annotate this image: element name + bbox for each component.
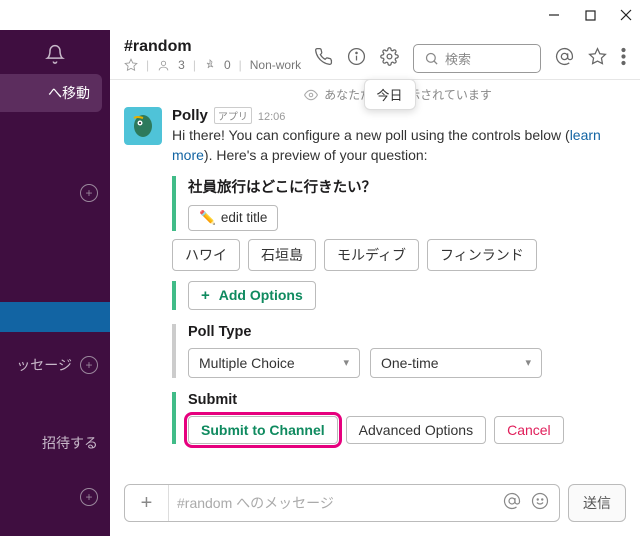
eye-icon xyxy=(304,88,318,102)
message-time: 12:06 xyxy=(258,111,286,123)
window-minimize-icon[interactable] xyxy=(548,9,560,21)
window-close-icon[interactable] xyxy=(620,9,632,21)
window-maximize-icon[interactable] xyxy=(584,9,596,21)
poll-type-block: Poll Type Multiple Choice ▾ One-time ▾ xyxy=(172,324,622,378)
poll-type-select[interactable]: Multiple Choice ▾ xyxy=(188,348,360,378)
sidebar-label: 招待する xyxy=(42,433,98,453)
send-button[interactable]: 送信 xyxy=(568,484,626,522)
pin-icon xyxy=(204,59,216,71)
poll-question: 社員旅行はどこに行きたい？ xyxy=(188,176,622,197)
advanced-options-button[interactable]: Advanced Options xyxy=(346,416,486,444)
sidebar-active-channel[interactable] xyxy=(0,302,110,332)
poll-preview-block: 社員旅行はどこに行きたい？ ✏️ edit title xyxy=(172,176,622,231)
message-author[interactable]: Polly xyxy=(172,107,208,124)
sidebar-item-add-2[interactable]: + xyxy=(0,478,110,516)
poll-option[interactable]: ハワイ xyxy=(172,239,240,271)
message-text: Hi there! You can configure a new poll u… xyxy=(172,125,622,166)
channel-topic[interactable]: Non-work xyxy=(250,58,301,72)
app-badge: アプリ xyxy=(214,107,252,124)
call-icon[interactable] xyxy=(314,47,333,71)
star-header-icon[interactable] xyxy=(588,47,607,71)
member-icon xyxy=(157,59,170,72)
submit-to-channel-button[interactable]: Submit to Channel xyxy=(188,416,338,444)
poll-option[interactable]: フィンランド xyxy=(427,239,537,271)
poll-type-title: Poll Type xyxy=(188,324,622,340)
chevron-down-icon: ▾ xyxy=(343,356,349,369)
member-count: 3 xyxy=(178,58,185,72)
search-placeholder: 検索 xyxy=(445,49,471,68)
plus-icon: + xyxy=(80,356,98,374)
poll-frequency-select[interactable]: One-time ▾ xyxy=(370,348,542,378)
info-icon[interactable] xyxy=(347,47,366,71)
poll-options-row: ハワイ 石垣島 モルディブ フィンランド xyxy=(172,239,622,271)
settings-gear-icon[interactable]: 今日 xyxy=(380,47,399,71)
search-icon xyxy=(424,51,439,66)
cancel-button[interactable]: Cancel xyxy=(494,416,564,444)
window-titlebar xyxy=(0,0,640,30)
submit-block: Submit Submit to Channel Advanced Option… xyxy=(172,392,622,444)
message-composer: + xyxy=(124,484,560,522)
sidebar-item-add-1[interactable]: + xyxy=(0,174,110,212)
sidebar-item-invite[interactable]: 招待する xyxy=(0,424,110,462)
plus-icon: + xyxy=(80,184,98,202)
emoji-icon[interactable] xyxy=(531,492,549,515)
bot-avatar[interactable] xyxy=(124,107,162,145)
message-input[interactable] xyxy=(169,485,493,521)
channel-meta: | 3 | 0 | Non-work xyxy=(124,58,314,72)
add-options-button[interactable]: Add Options xyxy=(188,281,316,310)
attach-button[interactable]: + xyxy=(125,485,169,521)
plus-icon: + xyxy=(80,488,98,506)
sidebar-label: ッセージ xyxy=(16,355,72,375)
mention-icon[interactable] xyxy=(555,47,574,71)
submit-title: Submit xyxy=(188,392,622,408)
poll-option[interactable]: 石垣島 xyxy=(248,239,316,271)
channel-header: #random | 3 | 0 | Non-work xyxy=(110,30,640,79)
pencil-icon: ✏️ xyxy=(199,210,216,226)
chevron-down-icon: ▾ xyxy=(525,356,531,369)
poll-option[interactable]: モルディブ xyxy=(324,239,419,271)
sidebar-item-messages[interactable]: ッセージ + xyxy=(0,346,110,384)
star-icon[interactable] xyxy=(124,58,138,72)
search-input[interactable]: 検索 xyxy=(413,44,541,73)
more-icon[interactable] xyxy=(621,47,626,71)
date-tooltip: 今日 xyxy=(363,79,415,110)
edit-title-button[interactable]: ✏️ edit title xyxy=(188,205,278,231)
message: Polly アプリ 12:06 Hi there! You can config… xyxy=(124,107,622,452)
sidebar-label: へ移動 xyxy=(48,83,90,103)
notification-bell-icon[interactable] xyxy=(0,30,110,74)
pin-count: 0 xyxy=(224,58,231,72)
mention-icon[interactable] xyxy=(503,492,521,515)
sidebar-item-jump[interactable]: へ移動 xyxy=(0,74,102,112)
channel-name[interactable]: #random xyxy=(124,38,314,56)
sidebar: へ移動 + ッセージ + 招待する + xyxy=(0,30,110,536)
